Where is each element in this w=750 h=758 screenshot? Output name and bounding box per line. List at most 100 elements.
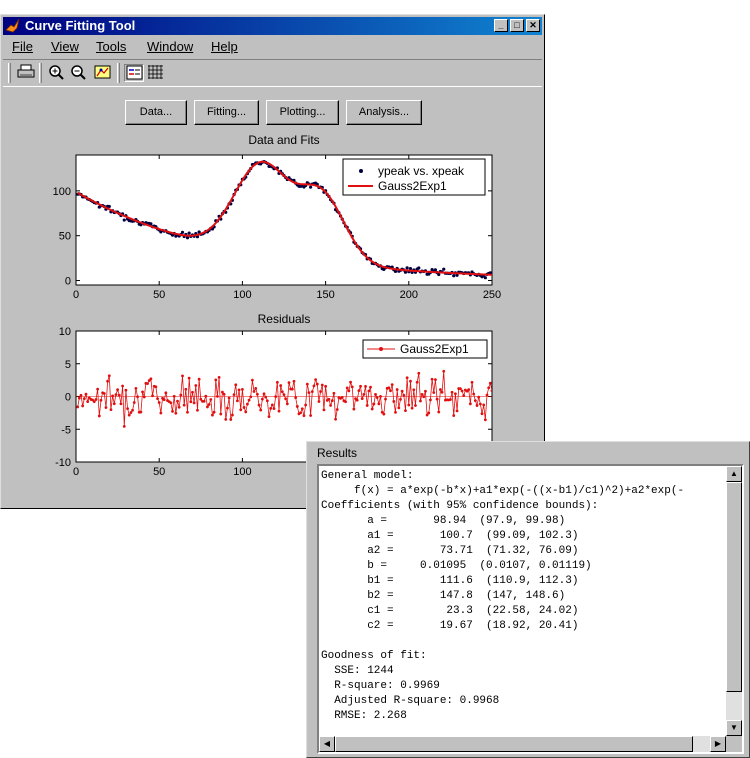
residual-point: [262, 392, 266, 396]
scroll-right-icon[interactable]: ▶: [710, 736, 726, 752]
vertical-scroll-thumb[interactable]: [726, 482, 742, 692]
residual-point: [132, 401, 136, 404]
residual-point: [139, 410, 143, 414]
residual-point: [434, 378, 437, 382]
residual-point: [392, 400, 396, 403]
results-text: General model: f(x) = a*exp(-b*x)+a1*exp…: [321, 470, 685, 721]
residual-point: [211, 413, 214, 417]
residual-point: [174, 411, 178, 415]
residual-point: [305, 382, 309, 386]
residual-point: [219, 412, 223, 416]
plots-canvas: 0501001502002500501000501001502002501050…: [53, 154, 501, 478]
residual-point: [468, 402, 472, 406]
y-tick-label-0-2: 100: [53, 186, 71, 198]
y-tick-label-0-1: 50: [59, 231, 71, 243]
residual-point: [460, 389, 464, 393]
residual-point: [84, 392, 88, 396]
residual-point: [350, 385, 354, 389]
residual-point: [156, 397, 159, 401]
scroll-up-icon[interactable]: ▲: [726, 466, 742, 482]
residual-point: [458, 387, 462, 390]
horizontal-scroll-thumb[interactable]: [335, 736, 693, 752]
results-pane[interactable]: General model: f(x) = a*exp(-b*x)+a1*exp…: [317, 464, 744, 754]
residual-point: [279, 384, 283, 387]
legend-entry-data: ypeak vs. xpeak: [378, 164, 465, 178]
horizontal-scrollbar[interactable]: ◀ ▶: [319, 736, 726, 752]
residual-point: [241, 387, 244, 391]
residual-point: [96, 387, 100, 391]
residual-point: [121, 384, 124, 388]
residual-point: [250, 378, 254, 382]
residual-point: [399, 397, 402, 401]
residual-point: [86, 400, 90, 404]
residual-point: [189, 400, 193, 404]
residual-point: [417, 371, 421, 375]
data-point: [417, 266, 421, 270]
residual-point: [164, 391, 168, 395]
residual-point: [214, 378, 218, 382]
residual-point: [355, 398, 359, 402]
residual-point: [239, 408, 243, 412]
residual-point: [379, 395, 382, 398]
y-tick-label-1-2: 0: [65, 392, 71, 404]
residual-point: [300, 407, 304, 411]
residual-point: [370, 407, 374, 411]
residual-point: [99, 398, 103, 402]
residual-point: [397, 406, 401, 410]
residual-point: [117, 393, 121, 397]
residual-point: [187, 376, 191, 380]
residual-point: [400, 389, 404, 393]
residual-point: [394, 410, 397, 414]
residual-point: [97, 414, 101, 418]
scroll-down-icon[interactable]: ▼: [726, 720, 742, 736]
residual-point: [114, 393, 118, 397]
residual-point: [245, 402, 249, 406]
residual-point: [182, 403, 186, 407]
residual-point: [450, 390, 454, 394]
residual-point: [206, 405, 209, 409]
residual-point: [191, 390, 194, 394]
residual-point: [485, 393, 489, 397]
residual-point: [146, 382, 149, 386]
residual-point: [102, 392, 106, 395]
residual-point: [487, 386, 491, 390]
residual-point: [275, 380, 279, 384]
residual-point: [374, 392, 377, 396]
residual-point: [405, 376, 409, 380]
fits-legend: ypeak vs. xpeakGauss2Exp1: [342, 158, 486, 196]
residual-point: [375, 396, 379, 399]
y-tick-label-1-0: 10: [59, 326, 71, 338]
data-point: [122, 218, 126, 222]
residual-point: [432, 391, 436, 394]
legend-data-marker: [359, 169, 363, 173]
residual-point: [282, 393, 286, 396]
residual-point: [415, 380, 419, 384]
residual-point: [422, 395, 426, 399]
residual-point: [260, 397, 264, 401]
residual-point: [157, 401, 161, 404]
results-window: Results General model: f(x) = a*exp(-b*x…: [306, 441, 750, 758]
residual-point: [207, 403, 211, 406]
residual-point: [292, 379, 296, 383]
legend-entry-fit: Gauss2Exp1: [378, 179, 447, 193]
data-point: [442, 267, 446, 271]
residual-point: [315, 382, 319, 386]
residual-point: [449, 398, 452, 401]
residual-point: [329, 404, 332, 407]
x-tick-label-0-4: 200: [400, 289, 418, 301]
residual-point: [437, 410, 441, 414]
residual-point: [345, 386, 349, 390]
residual-point: [453, 392, 457, 396]
residual-point: [151, 394, 154, 398]
residual-point: [249, 395, 253, 399]
residual-point: [424, 389, 427, 393]
residual-point: [265, 399, 269, 403]
residual-point: [332, 391, 336, 395]
vertical-scrollbar[interactable]: ▲ ▼: [726, 466, 742, 736]
residual-point: [131, 408, 134, 412]
residual-point: [141, 390, 144, 394]
x-tick-label-0-5: 250: [483, 289, 501, 301]
residual-point: [76, 405, 80, 409]
scroll-left-icon[interactable]: ◀: [319, 736, 335, 752]
residual-point: [82, 397, 86, 401]
